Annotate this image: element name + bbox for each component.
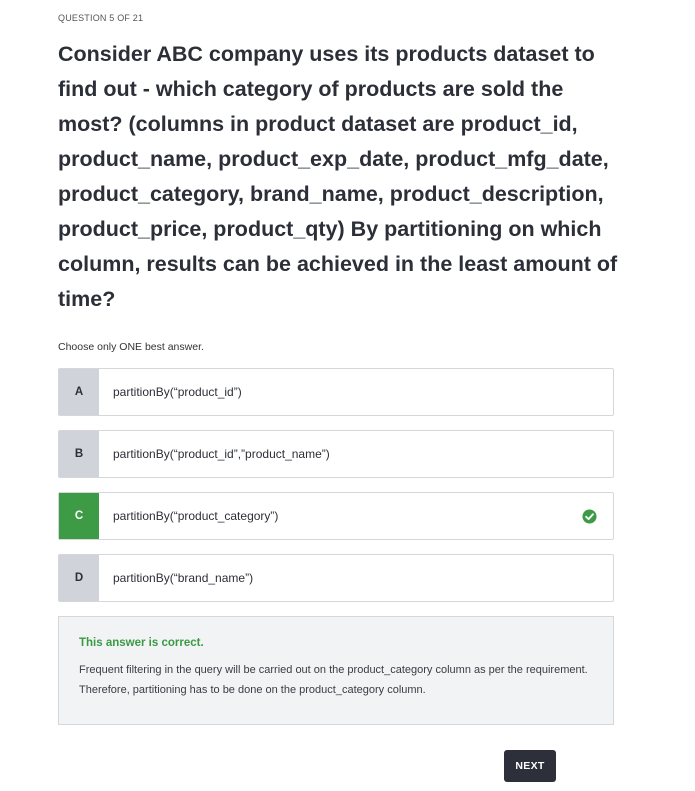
option-c[interactable]: C partitionBy(“product_category”) [58,492,614,540]
question-counter: QUESTION 5 OF 21 [58,13,144,23]
option-b[interactable]: B partitionBy(“product_id”,”product_name… [58,430,614,478]
option-a[interactable]: A partitionBy(“product_id”) [58,368,614,416]
check-circle-icon [582,493,598,539]
option-text: partitionBy(“brand_name”) [113,571,254,585]
option-text: partitionBy(“product_category”) [113,509,279,523]
option-letter: D [59,555,99,601]
option-d[interactable]: D partitionBy(“brand_name”) [58,554,614,602]
option-letter: A [59,369,99,415]
next-button[interactable]: NEXT [504,750,556,782]
feedback-panel: This answer is correct. Frequent filteri… [58,616,614,725]
quiz-container: QUESTION 5 OF 21 Consider ABC company us… [0,0,617,725]
option-letter: C [59,493,99,539]
option-text: partitionBy(“product_id”,”product_name”) [113,447,330,461]
feedback-title: This answer is correct. [79,637,204,649]
answer-instruction: Choose only ONE best answer. [58,341,204,353]
answer-options: A partitionBy(“product_id”) B partitionB… [58,368,614,602]
question-text: Consider ABC company uses its products d… [58,42,618,311]
option-letter: B [59,431,99,477]
option-text: partitionBy(“product_id”) [113,385,242,399]
feedback-explanation: Frequent filtering in the query will be … [79,664,588,696]
